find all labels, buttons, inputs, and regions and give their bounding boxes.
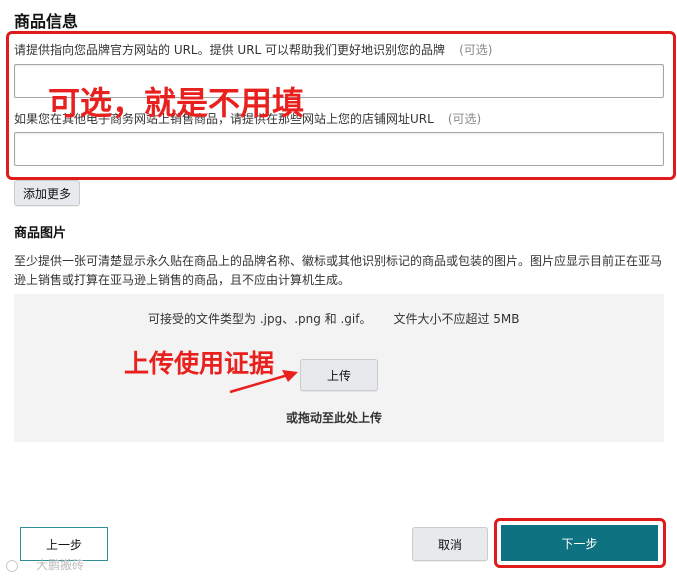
cancel-button[interactable]: 取消	[412, 527, 488, 561]
images-description: 至少提供一张可清楚显示永久贴在商品上的品牌名称、徽标或其他识别标记的商品或包装的…	[14, 254, 663, 287]
images-title: 商品图片	[14, 226, 67, 241]
annotation-arrow-icon	[229, 370, 298, 394]
watermark-text: 大鹏搬砖	[36, 558, 85, 572]
upload-requirements: 可接受的文件类型为 .jpg、.png 和 .gif。 文件大小不应超过 5MB	[148, 310, 520, 327]
upload-dropzone[interactable]: 可接受的文件类型为 .jpg、.png 和 .gif。 文件大小不应超过 5MB …	[14, 294, 664, 442]
brand-info-title: 商品信息	[14, 12, 79, 31]
drag-upload-hint: 或拖动至此处上传	[286, 411, 383, 425]
add-more-button[interactable]: 添加更多	[14, 180, 80, 206]
next-button[interactable]: 下一步	[501, 525, 658, 561]
file-size-text: 文件大小不应超过 5MB	[393, 312, 520, 326]
upload-button[interactable]: 上传	[300, 359, 378, 391]
watermark: 大鹏搬砖	[6, 556, 84, 573]
watermark-icon	[6, 559, 18, 572]
file-types-text: 可接受的文件类型为 .jpg、.png 和 .gif。	[148, 312, 372, 326]
optional-annotation: 可选，就是不用填	[48, 84, 305, 122]
